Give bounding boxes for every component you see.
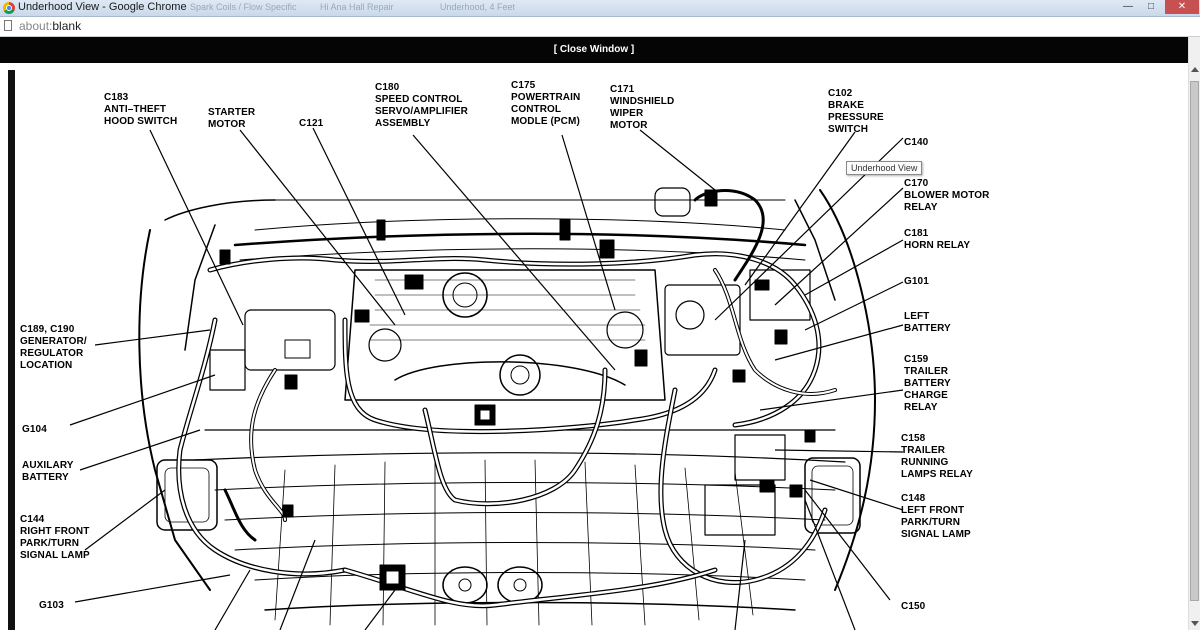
label-left-battery: LEFT BATTERY xyxy=(904,311,951,334)
label-c150: C150 xyxy=(901,601,926,612)
label-c180: C180 SPEED CONTROL SERVO/AMPLIFIER ASSEM… xyxy=(375,82,468,129)
close-window-bar: [ Close Window ] xyxy=(0,37,1188,63)
close-button[interactable]: ✕ xyxy=(1165,0,1199,14)
label-c189-c190: C189, C190 GENERATOR/ REGULATOR LOCATION xyxy=(20,324,87,371)
url-text[interactable]: about:blank xyxy=(19,19,81,33)
label-c181: C181 HORN RELAY xyxy=(904,228,971,251)
window-title-bar: Underhood View - Google Chrome Spark Coi… xyxy=(0,0,1200,17)
label-c121: C121 xyxy=(299,118,324,129)
label-g104: G104 xyxy=(22,424,47,435)
label-c170: C170 BLOWER MOTOR RELAY xyxy=(904,178,990,213)
label-g103: G103 xyxy=(39,600,64,611)
address-bar[interactable]: about:blank xyxy=(0,17,1200,37)
label-starter-motor: STARTER MOTOR xyxy=(208,107,256,130)
background-tab-1[interactable]: Spark Coils / Flow Specific xyxy=(190,2,297,14)
close-window-link[interactable]: [ Close Window ] xyxy=(0,44,1188,55)
url-scheme: about: xyxy=(19,19,53,33)
viewer-left-border xyxy=(8,70,15,630)
label-c148: C148 LEFT FRONT PARK/TURN SIGNAL LAMP xyxy=(901,493,971,540)
label-auxiliary-battery: AUXILARY BATTERY xyxy=(22,460,74,483)
label-c158: C158 TRAILER RUNNING LAMPS RELAY xyxy=(901,433,973,480)
engine-drawing xyxy=(69,127,904,630)
background-tab-2[interactable]: Hi Ana Hall Repair xyxy=(320,2,394,14)
label-c159: C159 TRAILER BATTERY CHARGE RELAY xyxy=(904,354,951,413)
chrome-icon xyxy=(3,2,15,14)
scrollbar-thumb[interactable] xyxy=(1190,81,1199,601)
label-c102: C102 BRAKE PRESSURE SWITCH xyxy=(828,88,884,135)
tooltip: Underhood View xyxy=(846,161,923,175)
url-path: blank xyxy=(52,19,82,33)
background-tab-3[interactable]: Underhood, 4 Feet xyxy=(440,2,515,14)
label-c144: C144 RIGHT FRONT PARK/TURN SIGNAL LAMP xyxy=(20,514,90,561)
background-tabs: Spark Coils / Flow Specific Hi Ana Hall … xyxy=(150,2,750,14)
page-icon xyxy=(4,20,12,31)
label-c183: C183 ANTI–THEFT HOOD SWITCH xyxy=(104,92,178,127)
maximize-button[interactable]: □ xyxy=(1140,0,1162,14)
label-g101: G101 xyxy=(904,276,929,287)
scroll-down-arrow-icon[interactable] xyxy=(1191,621,1199,626)
underhood-diagram: C183 ANTI–THEFT HOOD SWITCH STARTER MOTO… xyxy=(15,70,1185,630)
label-c171: C171 WINDSHIELD WIPER MOTOR xyxy=(610,84,675,131)
scroll-up-arrow-icon[interactable] xyxy=(1191,67,1199,72)
vertical-scrollbar[interactable] xyxy=(1188,37,1200,630)
minimize-button[interactable]: — xyxy=(1117,0,1139,14)
label-c175: C175 POWERTRAIN CONTROL MODLE (PCM) xyxy=(511,80,581,127)
label-c140: C140 xyxy=(904,137,929,148)
